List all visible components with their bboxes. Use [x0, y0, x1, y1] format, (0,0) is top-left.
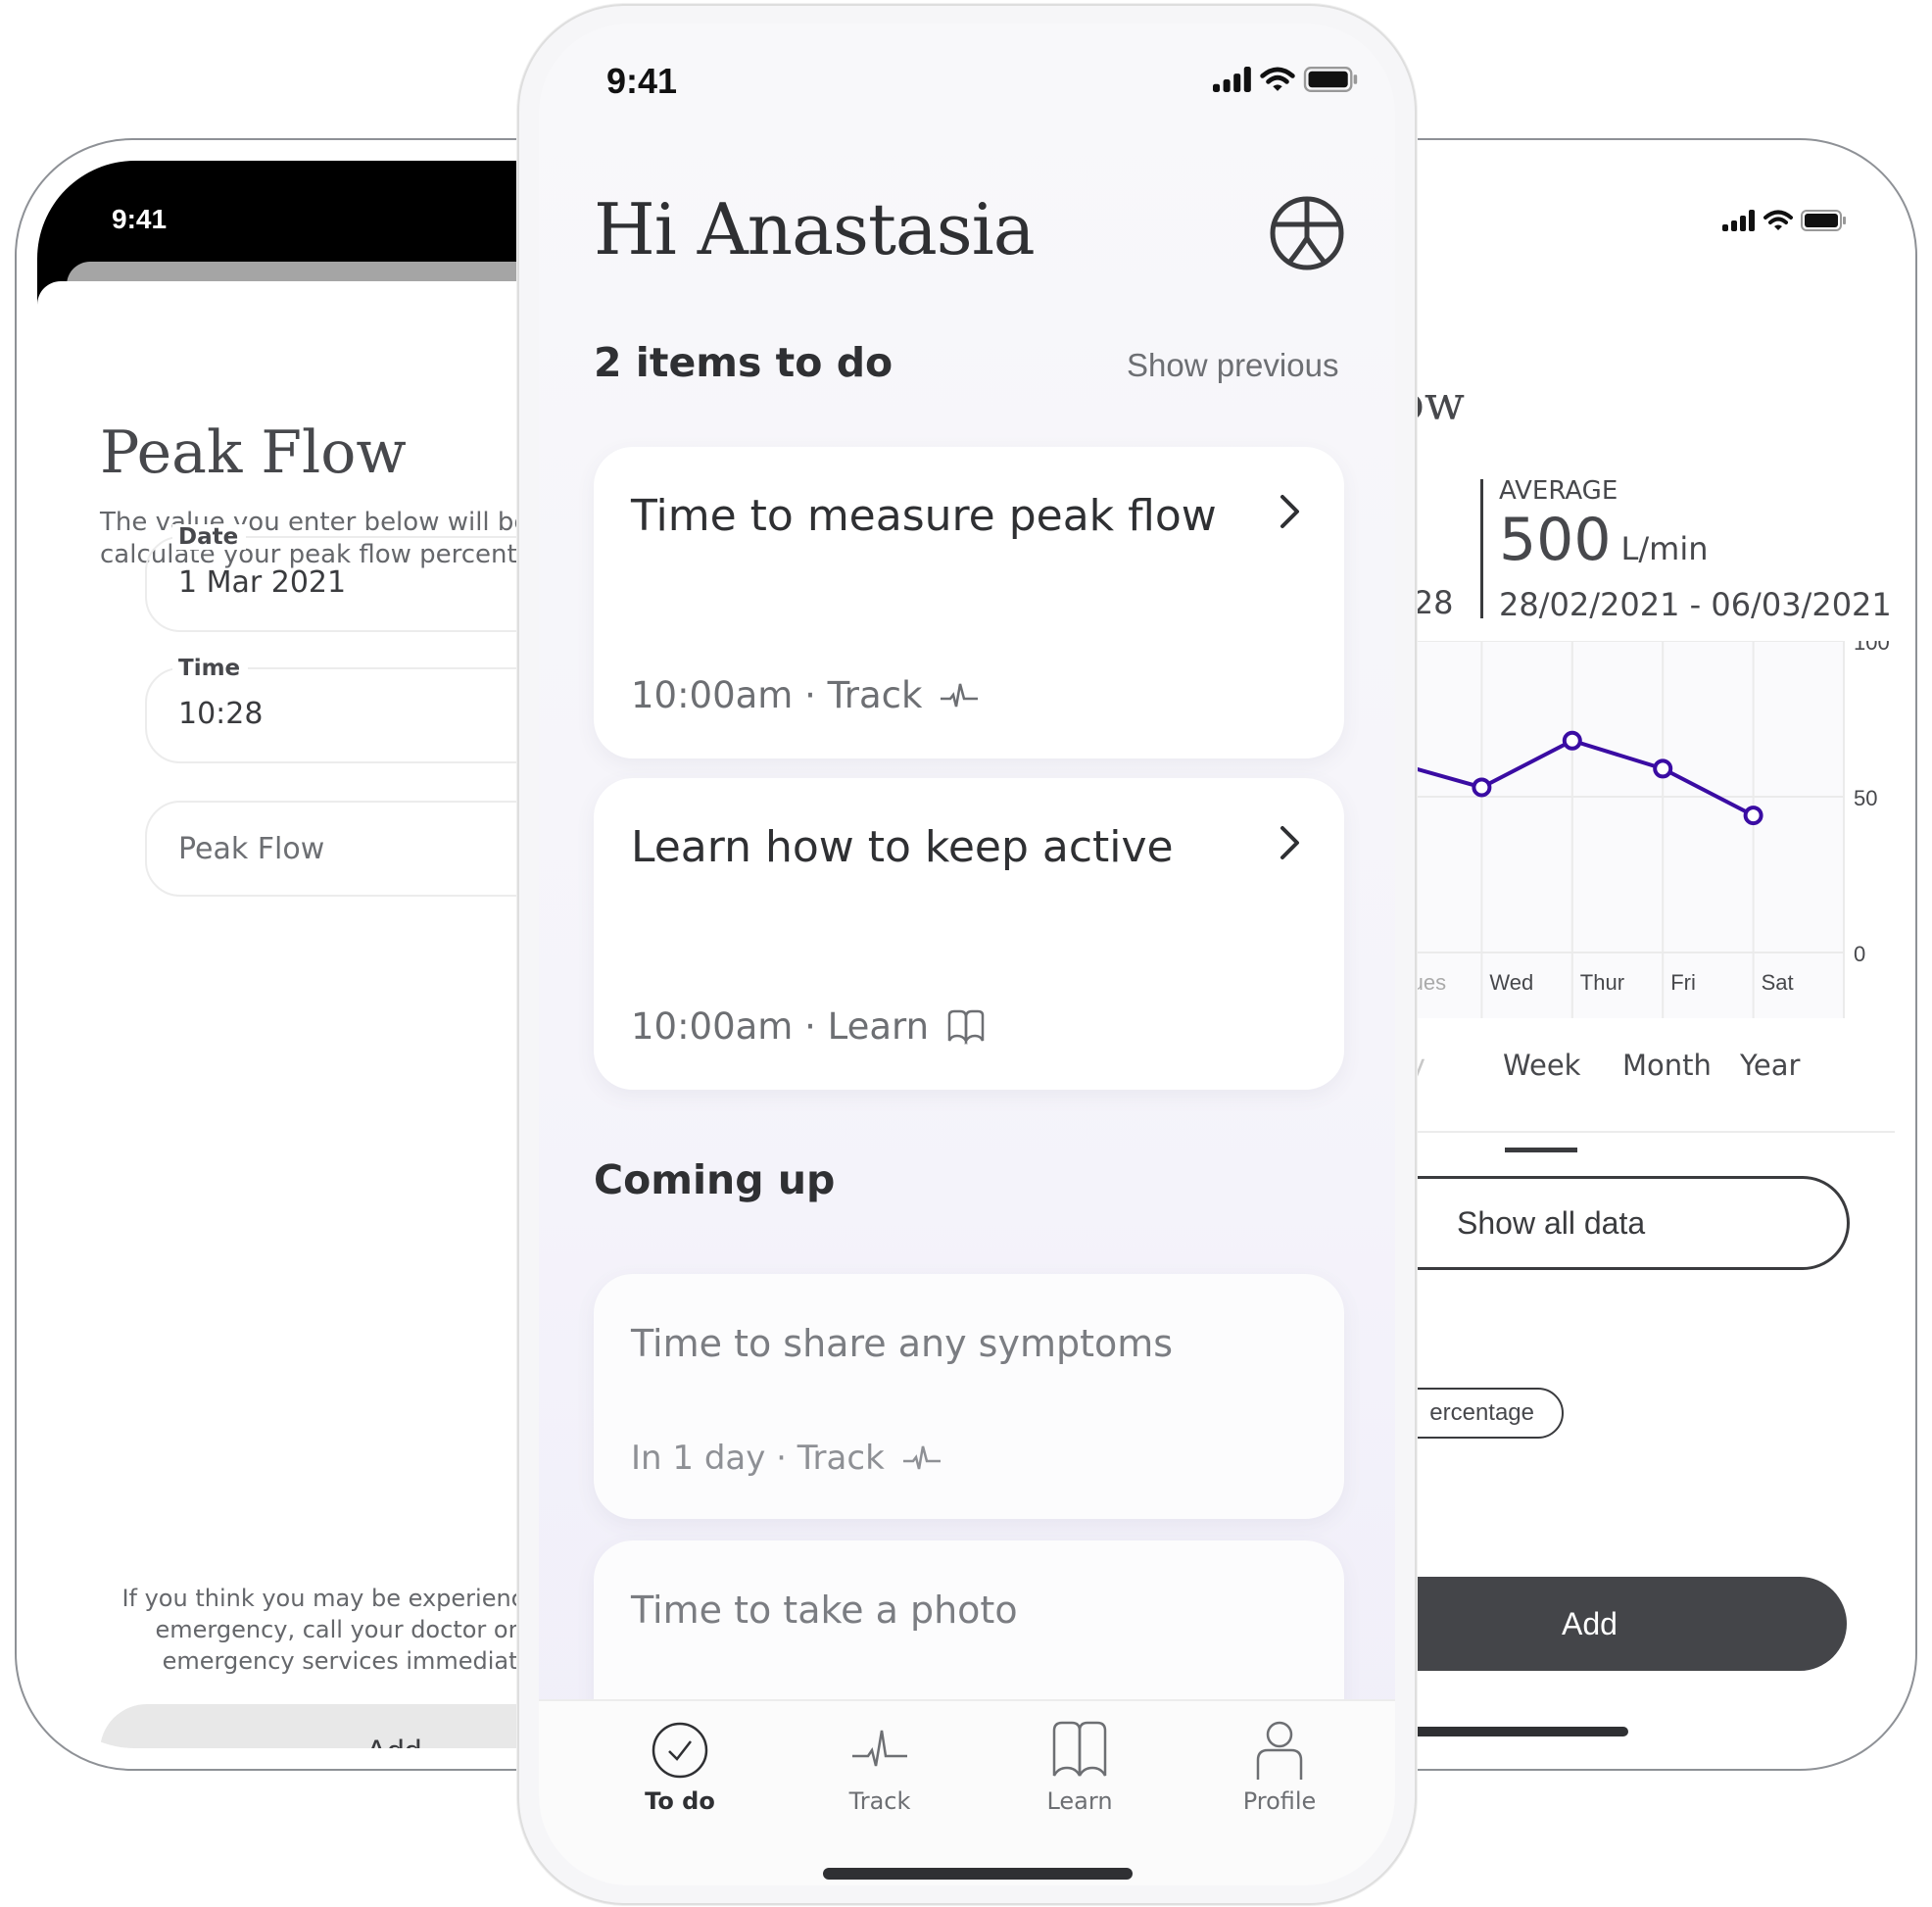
status-time: 9:41 — [606, 61, 678, 101]
upcoming-meta-text: In 1 day · Track — [631, 1439, 885, 1478]
coming-up-heading: Coming up — [594, 1156, 836, 1203]
bottom-navigation: To do Track Learn Profile — [539, 1699, 1395, 1885]
task-card[interactable]: Learn how to keep active 10:00am · Learn — [594, 778, 1344, 1090]
battery-icon — [1303, 67, 1358, 92]
signal-icon — [1213, 67, 1251, 92]
center-phone-frame: 9:41 Hi Anastasia 2 items to do Show pre… — [517, 4, 1417, 1905]
chart-y-tick-label: 100 — [1854, 641, 1890, 655]
task-title: Learn how to keep active — [631, 822, 1174, 872]
average-label: AVERAGE — [1499, 476, 1618, 506]
upcoming-meta: In 1 day · Track — [631, 1439, 942, 1478]
tab-week[interactable]: Week — [1503, 1049, 1580, 1082]
chart-y-tick-label: 50 — [1854, 786, 1877, 810]
task-meta-text: 10:00am · Learn — [631, 1005, 930, 1048]
peak-flow-placeholder: Peak Flow — [178, 832, 325, 866]
nav-todo[interactable]: To do — [602, 1719, 758, 1815]
battery-icon — [1801, 210, 1846, 231]
task-card[interactable]: Time to measure peak flow 10:00am · Trac… — [594, 447, 1344, 758]
todo-count-heading: 2 items to do — [594, 339, 894, 386]
status-icons — [1722, 210, 1846, 231]
upcoming-card[interactable]: Time to share any symptoms In 1 day · Tr… — [594, 1274, 1344, 1519]
chart-plot-background — [1391, 641, 1844, 1018]
show-previous-link[interactable]: Show previous — [1127, 347, 1338, 384]
nav-label: To do — [645, 1787, 715, 1815]
upcoming-title: Time to take a photo — [631, 1589, 1018, 1632]
book-icon — [947, 1009, 985, 1045]
tab-month[interactable]: Month — [1622, 1049, 1712, 1082]
active-tab-indicator — [1505, 1148, 1577, 1152]
status-icons — [1213, 67, 1358, 92]
nav-profile[interactable]: Profile — [1201, 1719, 1358, 1815]
average-value: 500 L/min — [1499, 506, 1708, 574]
tab-year[interactable]: Year — [1740, 1049, 1800, 1082]
person-icon — [1256, 1721, 1303, 1780]
stat-divider — [1480, 479, 1483, 618]
time-field-value: 10:28 — [178, 697, 264, 731]
home-indicator — [823, 1868, 1133, 1880]
chevron-right-icon — [1280, 826, 1299, 859]
wifi-icon — [1260, 67, 1295, 91]
nav-label: Learn — [1046, 1787, 1113, 1815]
brand-logo-icon[interactable] — [1269, 195, 1345, 271]
nav-learn[interactable]: Learn — [1001, 1719, 1158, 1815]
chart-data-point — [1743, 806, 1763, 826]
chart-x-tick-label: Wed — [1489, 970, 1533, 995]
average-unit: L/min — [1620, 530, 1709, 567]
wifi-icon — [1763, 210, 1793, 230]
task-meta: 10:00am · Learn — [631, 1005, 986, 1048]
greeting-title: Hi Anastasia — [594, 188, 1036, 270]
show-all-data-button[interactable]: Show all data — [1372, 1176, 1850, 1270]
chart-y-tick-label: 0 — [1854, 942, 1865, 966]
time-field-label: Time — [172, 656, 249, 681]
nav-track[interactable]: Track — [801, 1719, 958, 1815]
task-title: Time to measure peak flow — [631, 491, 1217, 541]
chart-data-point — [1562, 730, 1582, 751]
task-meta: 10:00am · Track — [631, 674, 979, 716]
pulse-icon — [852, 1730, 907, 1767]
date-field-label: Date — [172, 524, 247, 550]
task-meta-text: 10:00am · Track — [631, 674, 923, 716]
date-field-value: 1 Mar 2021 — [178, 565, 347, 600]
pulse-icon — [902, 1445, 941, 1470]
chart-x-tick-label: Thur — [1580, 970, 1624, 995]
peak-flow-chart: 0 50 100 Tues Wed Thur Fri Sat — [1381, 630, 1895, 1018]
page-title: Peak Flow — [100, 418, 407, 487]
chevron-right-icon — [1280, 495, 1299, 528]
pulse-icon — [941, 683, 979, 707]
upcoming-title: Time to share any symptoms — [631, 1322, 1174, 1365]
chart-data-point — [1653, 758, 1673, 779]
chart-svg: 050100Tues Wed Thur Fri Sat — [1381, 630, 1890, 1018]
todo-screen: 9:41 Hi Anastasia 2 items to do Show pre… — [539, 24, 1395, 1885]
average-date-range: 28/02/2021 - 06/03/2021 — [1499, 586, 1892, 623]
nav-label: Track — [848, 1787, 911, 1815]
average-number: 500 — [1499, 506, 1612, 574]
book-icon — [1052, 1721, 1107, 1777]
status-time: 9:41 — [112, 204, 168, 234]
check-circle-icon — [652, 1722, 708, 1779]
chart-data-point — [1472, 777, 1492, 798]
chart-x-tick-label: Sat — [1762, 970, 1794, 995]
signal-icon — [1722, 210, 1755, 231]
nav-label: Profile — [1242, 1787, 1317, 1815]
chart-x-tick-label: Fri — [1670, 970, 1696, 995]
